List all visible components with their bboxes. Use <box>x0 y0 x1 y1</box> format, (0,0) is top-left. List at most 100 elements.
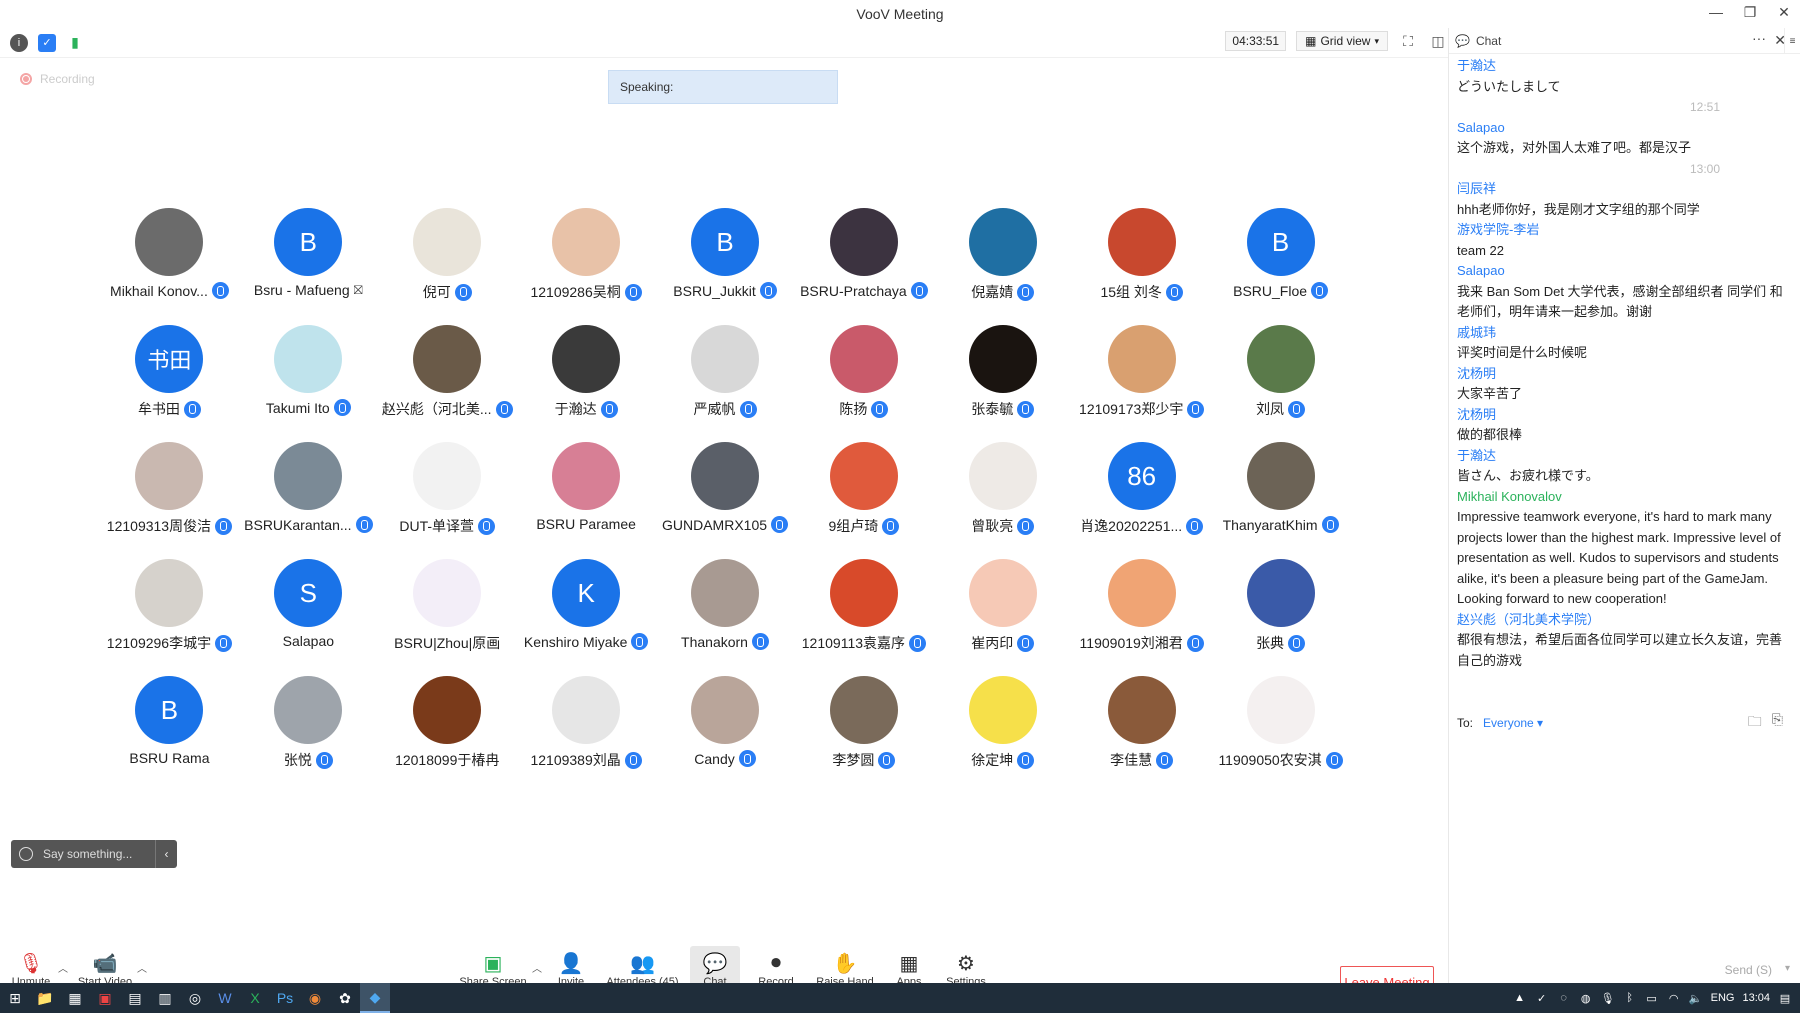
participant-tile[interactable]: BSRU|Zhou|原画 <box>378 559 517 676</box>
participant-tile[interactable]: 11909050农安淇 <box>1211 676 1350 793</box>
participant-tile[interactable]: Thanakorn <box>656 559 795 676</box>
chat-sender[interactable]: 游戏学院-李岩 <box>1457 220 1793 241</box>
side-panel-icon[interactable]: ◫ <box>1428 31 1448 51</box>
tray-app-icon[interactable]: ▲ <box>1513 991 1527 1005</box>
participant-tile[interactable]: Candy <box>656 676 795 793</box>
participant-tile[interactable]: 9组卢琦 <box>794 442 933 559</box>
participant-tile[interactable]: 李佳慧 <box>1072 676 1211 793</box>
video-options-caret[interactable]: ︿ <box>137 960 147 975</box>
participant-tile[interactable]: 倪嘉婧 <box>933 208 1072 325</box>
participant-tile[interactable]: 于瀚达 <box>517 325 656 442</box>
participant-tile[interactable]: 12109113袁嘉序 <box>794 559 933 676</box>
tray-battery-icon[interactable]: ▭ <box>1645 991 1659 1005</box>
participant-tile[interactable]: 陈扬 <box>794 325 933 442</box>
tray-network-icon[interactable]: ◍ <box>1579 991 1593 1005</box>
chat-sender[interactable]: 于瀚达 <box>1457 446 1793 467</box>
participant-tile[interactable]: Mikhail Konov... <box>100 208 239 325</box>
wifi-icon[interactable]: ◠ <box>1667 991 1681 1005</box>
participant-tile[interactable]: 张典 <box>1211 559 1350 676</box>
participant-tile[interactable]: 崔丙印 <box>933 559 1072 676</box>
language-indicator[interactable]: ENG <box>1711 992 1735 1004</box>
app-icon-red[interactable]: ▣ <box>90 983 120 1013</box>
notification-icon[interactable]: ▤ <box>1778 991 1792 1005</box>
participant-tile[interactable]: 曾耿亮 <box>933 442 1072 559</box>
photoshop-icon[interactable]: Ps <box>270 983 300 1013</box>
participant-tile[interactable]: 张泰毓 <box>933 325 1072 442</box>
bluetooth-icon[interactable]: ᛒ <box>1623 991 1637 1005</box>
participant-tile[interactable]: K Kenshiro Miyake <box>517 559 656 676</box>
participant-tile[interactable]: 15组 刘冬 <box>1072 208 1211 325</box>
chat-sender[interactable]: 赵兴彪（河北美术学院） <box>1457 610 1793 631</box>
app-icon-gear[interactable]: ✿ <box>330 983 360 1013</box>
participant-tile[interactable]: 赵兴彪（河北美... <box>378 325 517 442</box>
app-icon-circle[interactable]: ◎ <box>180 983 210 1013</box>
chat-sender[interactable]: Salapao <box>1457 118 1793 139</box>
participant-tile[interactable]: 严威帆 <box>656 325 795 442</box>
participant-tile[interactable]: 11909019刘湘君 <box>1072 559 1211 676</box>
clock[interactable]: 13:04 <box>1742 992 1770 1004</box>
windows-start-icon[interactable]: ⊞ <box>0 983 30 1013</box>
participant-tile[interactable]: 12109313周俊洁 <box>100 442 239 559</box>
chat-sender[interactable]: 沈杨明 <box>1457 405 1793 426</box>
screenshot-icon[interactable]: ⎘ <box>1772 711 1783 735</box>
signal-icon[interactable]: ▮ <box>66 34 84 52</box>
shield-icon[interactable]: ✓ <box>38 33 56 52</box>
word-icon[interactable]: W <box>210 983 240 1013</box>
calendar-app-icon[interactable]: ▦ <box>60 983 90 1013</box>
participant-tile[interactable]: B BSRU_Floe <box>1211 208 1350 325</box>
participant-tile[interactable]: DUT-单译萱 <box>378 442 517 559</box>
firefox-icon[interactable]: ◉ <box>300 983 330 1013</box>
participant-tile[interactable]: 书田 牟书田 <box>100 325 239 442</box>
app-icon-notes[interactable]: ▤ <box>120 983 150 1013</box>
fullscreen-icon[interactable]: ⛶ <box>1398 31 1418 51</box>
volume-icon[interactable]: 🔈 <box>1689 991 1703 1005</box>
file-explorer-icon[interactable]: 📁 <box>30 983 60 1013</box>
unmute-options-caret[interactable]: ︿ <box>58 960 68 975</box>
participant-tile[interactable]: 刘凤 <box>1211 325 1350 442</box>
participant-tile[interactable]: 张悦 <box>239 676 378 793</box>
participant-tile[interactable]: B BSRU_Jukkit <box>656 208 795 325</box>
info-icon[interactable]: i <box>10 33 28 52</box>
send-button[interactable]: Send (S) <box>1725 963 1772 977</box>
close-button[interactable]: ✕ <box>1774 4 1794 21</box>
restore-button[interactable]: ❐ <box>1740 4 1760 21</box>
say-something-bar[interactable]: Say something... ‹ <box>11 840 177 868</box>
participant-tile[interactable]: 12109296李城宇 <box>100 559 239 676</box>
participant-tile[interactable]: BSRU-Pratchaya <box>794 208 933 325</box>
participant-tile[interactable]: 李梦圆 <box>794 676 933 793</box>
participant-tile[interactable]: BSRU Paramee <box>517 442 656 559</box>
grid-view-dropdown[interactable]: ▦ Grid view ▾ <box>1296 31 1388 51</box>
participant-tile[interactable]: S Salapao <box>239 559 378 676</box>
participant-tile[interactable]: 86 肖逸20202251... <box>1072 442 1211 559</box>
chat-message-list[interactable]: 于瀚达 どういたしまして 12:51 Salapao 这个游戏，对外国人太难了吧。都是汉… <box>1457 56 1793 706</box>
participant-tile[interactable]: 徐定坤 <box>933 676 1072 793</box>
chat-sender[interactable]: 沈杨明 <box>1457 364 1793 385</box>
participant-tile[interactable]: 12109286吴桐 <box>517 208 656 325</box>
participant-tile[interactable]: ThanyaratKhim <box>1211 442 1350 559</box>
panel-menu-icon[interactable]: ≡ <box>1784 28 1800 54</box>
chat-sender[interactable]: 闫辰祥 <box>1457 179 1793 200</box>
participant-tile[interactable]: B BSRU Rama <box>100 676 239 793</box>
participant-tile[interactable]: 12018099于椿冉 <box>378 676 517 793</box>
emoji-icon[interactable] <box>19 847 33 861</box>
more-options-icon[interactable]: ··· <box>1752 30 1766 46</box>
chat-sender[interactable]: 于瀚达 <box>1457 56 1793 77</box>
tray-chat-icon[interactable]: ◌ <box>1557 991 1571 1005</box>
collapse-chevron-icon[interactable]: ‹ <box>155 840 177 868</box>
participant-tile[interactable]: 12109173郑少宇 <box>1072 325 1211 442</box>
recipient-dropdown[interactable]: Everyone ▾ <box>1483 716 1543 730</box>
tray-shield-icon[interactable]: ✓ <box>1535 991 1549 1005</box>
send-options-caret[interactable]: ▾ <box>1785 963 1790 974</box>
participant-tile[interactable]: Takumi Ito <box>239 325 378 442</box>
app-icon-docs[interactable]: ▥ <box>150 983 180 1013</box>
chat-sender[interactable]: Salapao <box>1457 261 1793 282</box>
excel-icon[interactable]: X <box>240 983 270 1013</box>
tray-mic-icon[interactable]: 🎙 <box>1601 991 1615 1005</box>
say-placeholder[interactable]: Say something... <box>43 847 132 861</box>
participant-tile[interactable]: B Bsru - Mafueng ⛝ <box>239 208 378 325</box>
chat-sender[interactable]: 戚城玮 <box>1457 323 1793 344</box>
file-icon[interactable]: 🗀 <box>1748 711 1762 735</box>
participant-tile[interactable]: 倪可 <box>378 208 517 325</box>
participant-tile[interactable]: BSRUKarantan... <box>239 442 378 559</box>
minimize-button[interactable]: — <box>1706 4 1726 21</box>
